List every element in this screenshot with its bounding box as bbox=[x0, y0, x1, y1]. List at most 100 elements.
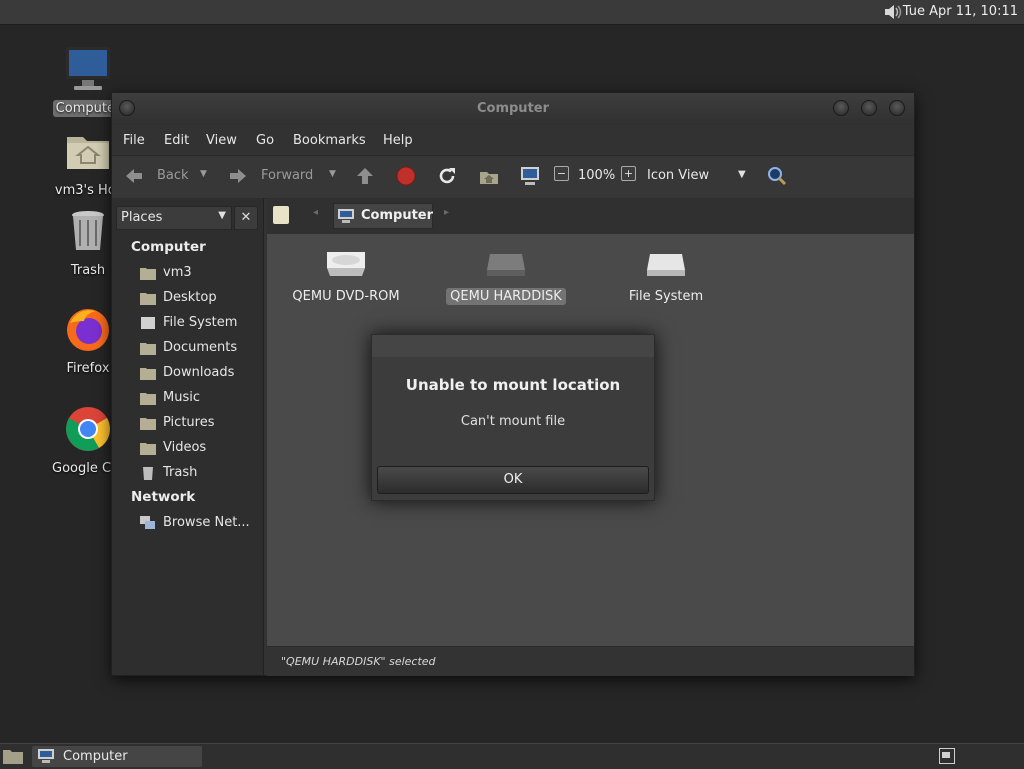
item-label: QEMU HARDDISK bbox=[446, 288, 566, 305]
menu-view[interactable]: View bbox=[206, 133, 237, 148]
sidebar: Places ▼ ✕ Computer vm3 Desktop File Sys… bbox=[112, 198, 264, 675]
item-label: QEMU DVD-ROM bbox=[292, 289, 400, 304]
dialog-title: Unable to mount location bbox=[405, 376, 621, 394]
computer-icon bbox=[66, 47, 110, 90]
folder-icon bbox=[140, 368, 156, 380]
folder-icon bbox=[140, 293, 156, 305]
home-folder-icon bbox=[140, 268, 156, 280]
taskbar-item-label: Computer bbox=[63, 749, 128, 764]
title-bar[interactable]: Computer bbox=[112, 93, 914, 125]
menu-bar: File Edit View Go Bookmarks Help bbox=[112, 125, 914, 155]
sidebar-heading-computer: Computer bbox=[131, 239, 206, 255]
sidebar-item-label: Pictures bbox=[163, 415, 215, 430]
sidebar-item-pictures[interactable]: Pictures bbox=[140, 414, 258, 434]
breadcrumb-label: Computer bbox=[361, 208, 434, 223]
menu-go[interactable]: Go bbox=[256, 133, 274, 148]
view-mode-select[interactable]: Icon View bbox=[647, 168, 709, 183]
forward-button[interactable]: Forward bbox=[261, 168, 313, 183]
sidebar-item-music[interactable]: Music bbox=[140, 389, 258, 409]
back-history-dropdown[interactable]: ▼ bbox=[200, 169, 207, 179]
item-qemu-harddisk[interactable]: QEMU HARDDISK bbox=[441, 248, 571, 305]
sidebar-item-label: vm3 bbox=[163, 265, 192, 280]
sidebar-item-vm3[interactable]: vm3 bbox=[140, 264, 258, 284]
top-panel: Tue Apr 11, 10:11 bbox=[0, 0, 1024, 25]
up-arrow-icon[interactable] bbox=[354, 165, 376, 187]
sidebar-item-label: Trash bbox=[163, 465, 198, 480]
search-icon[interactable] bbox=[766, 165, 788, 187]
network-icon bbox=[140, 516, 155, 529]
sidebar-item-file-system[interactable]: File System bbox=[140, 314, 258, 334]
folder-icon bbox=[140, 418, 156, 430]
sidebar-item-label: Browse Net... bbox=[163, 515, 250, 530]
forward-arrow-icon[interactable] bbox=[227, 165, 249, 187]
item-label: File System bbox=[628, 289, 704, 304]
minimize-button[interactable] bbox=[833, 100, 849, 116]
mount-error-dialog: Unable to mount location Can't mount fil… bbox=[371, 334, 655, 501]
desktop-icon-label: Firefox bbox=[66, 361, 110, 376]
sidebar-item-desktop[interactable]: Desktop bbox=[140, 289, 258, 309]
back-arrow-icon[interactable] bbox=[123, 165, 145, 187]
item-qemu-dvd-rom[interactable]: QEMU DVD-ROM bbox=[281, 248, 411, 305]
home-icon[interactable] bbox=[478, 165, 500, 187]
folder-icon bbox=[140, 393, 156, 405]
desktop-icon-label: Trash bbox=[70, 263, 106, 278]
zoom-level: 100% bbox=[578, 168, 616, 183]
hard-disk-icon bbox=[487, 254, 525, 276]
sidebar-item-trash[interactable]: Trash bbox=[140, 464, 258, 484]
chrome-icon bbox=[66, 407, 110, 451]
view-mode-dropdown-icon[interactable]: ▼ bbox=[738, 169, 746, 180]
menu-file[interactable]: File bbox=[123, 133, 145, 148]
clock[interactable]: Tue Apr 11, 10:11 bbox=[903, 4, 1018, 19]
sidebar-item-label: File System bbox=[163, 315, 238, 330]
trash-icon bbox=[72, 211, 104, 250]
drive-icon bbox=[141, 317, 155, 329]
firefox-icon bbox=[67, 309, 109, 351]
reload-icon[interactable] bbox=[436, 165, 458, 187]
status-bar: "QEMU HARDDISK" selected bbox=[267, 646, 914, 676]
menu-help[interactable]: Help bbox=[383, 133, 413, 148]
trash-icon bbox=[143, 467, 153, 480]
speaker-icon[interactable] bbox=[882, 3, 904, 21]
sidebar-item-label: Desktop bbox=[163, 290, 217, 305]
file-manager-icon[interactable] bbox=[3, 748, 23, 764]
sidebar-item-documents[interactable]: Documents bbox=[140, 339, 258, 359]
folder-icon bbox=[140, 343, 156, 355]
ok-button[interactable]: OK bbox=[377, 466, 649, 494]
sidebar-heading-network: Network bbox=[131, 489, 196, 505]
maximize-button[interactable] bbox=[861, 100, 877, 116]
sidebar-close-button[interactable]: ✕ bbox=[234, 206, 258, 230]
zoom-out-button[interactable]: − bbox=[554, 166, 569, 181]
back-button[interactable]: Back bbox=[157, 168, 189, 183]
places-selector-label: Places bbox=[121, 210, 163, 225]
path-left-arrow-icon[interactable]: ◂ bbox=[313, 207, 318, 218]
sidebar-item-downloads[interactable]: Downloads bbox=[140, 364, 258, 384]
optical-drive-icon bbox=[327, 252, 365, 276]
stop-icon[interactable] bbox=[395, 165, 417, 187]
status-text: "QEMU HARDDISK" selected bbox=[281, 655, 436, 668]
taskbar: Computer bbox=[0, 743, 1024, 769]
toolbar: Back ▼ Forward ▼ − 100% + Icon View ▼ bbox=[112, 155, 914, 199]
sidebar-item-label: Documents bbox=[163, 340, 238, 355]
sidebar-item-label: Downloads bbox=[163, 365, 235, 380]
computer-icon bbox=[338, 209, 354, 223]
sidebar-item-label: Videos bbox=[163, 440, 207, 455]
computer-icon bbox=[38, 749, 54, 763]
menu-edit[interactable]: Edit bbox=[164, 133, 189, 148]
menu-bookmarks[interactable]: Bookmarks bbox=[293, 133, 366, 148]
places-selector[interactable]: Places ▼ bbox=[116, 206, 232, 230]
breadcrumb-computer[interactable]: Computer bbox=[333, 203, 433, 229]
sidebar-item-videos[interactable]: Videos bbox=[140, 439, 258, 459]
path-right-arrow-icon[interactable]: ▸ bbox=[444, 207, 449, 218]
taskbar-item-computer[interactable]: Computer bbox=[32, 746, 202, 767]
chevron-down-icon: ▼ bbox=[218, 210, 226, 221]
computer-icon[interactable] bbox=[519, 165, 541, 187]
item-file-system[interactable]: File System bbox=[601, 248, 731, 305]
forward-history-dropdown[interactable]: ▼ bbox=[329, 169, 336, 179]
sidebar-item-browse-network[interactable]: Browse Net... bbox=[140, 514, 258, 534]
close-button[interactable] bbox=[889, 100, 905, 116]
location-bar: ◂ Computer ▸ bbox=[267, 198, 914, 234]
edit-path-toggle[interactable] bbox=[273, 206, 289, 224]
zoom-in-button[interactable]: + bbox=[621, 166, 636, 181]
home-folder-icon bbox=[67, 137, 109, 169]
sidebar-item-label: Music bbox=[163, 390, 200, 405]
